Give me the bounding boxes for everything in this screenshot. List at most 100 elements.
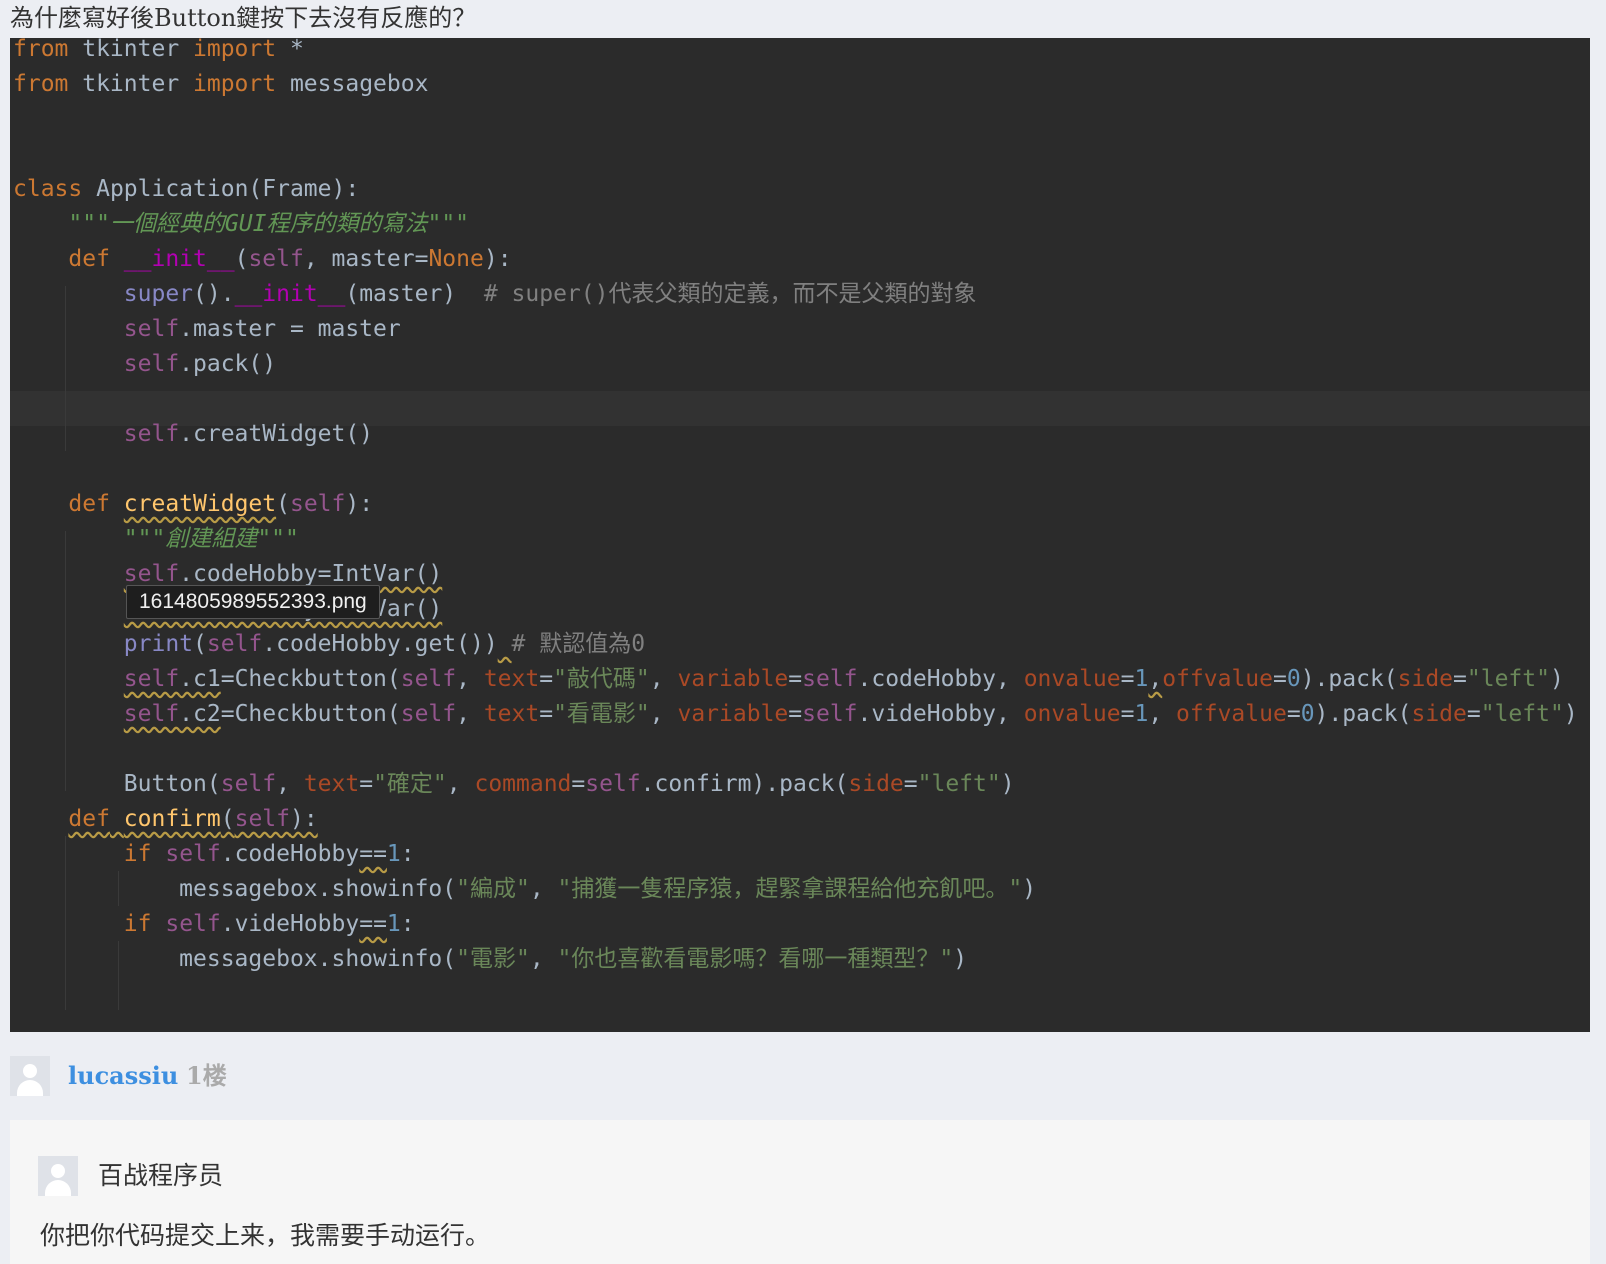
reply-username[interactable]: lucassiu (68, 1056, 178, 1096)
code-line: self.c1=Checkbutton(self, text="敲代碼", va… (13, 662, 1564, 697)
code-token: self (123, 316, 180, 342)
code-token: .codeHobby.get()) (262, 631, 498, 657)
code-line: super().__init__(master) # super()代表父類的定… (13, 277, 977, 312)
code-token: = (903, 771, 918, 797)
code-token: (master) (345, 281, 484, 307)
code-token: =Checkbutton( (220, 701, 401, 727)
code-line: def confirm(self): (13, 802, 318, 837)
code-token: , (529, 876, 558, 902)
code-line: self.creatWidget() (13, 417, 373, 452)
answer-box: 百战程序员 你把你代码提交上来，我需要手动运行。 (10, 1120, 1590, 1264)
code-token: def (68, 246, 110, 272)
code-token: "你也喜歡看電影嗎？看哪一種類型？" (557, 946, 954, 972)
code-token: = (1286, 701, 1301, 727)
code-token: (). (193, 281, 235, 307)
code-token: 0 (1286, 666, 1301, 692)
floor-number: 1楼 (186, 1061, 227, 1090)
code-token: ): (345, 491, 374, 517)
code-line: messagebox.showinfo("編成", "捕獲一隻程序猿，趕緊拿課程… (13, 872, 1036, 907)
code-line: if self.videHobby==1: (13, 907, 415, 942)
code-token: ( (234, 246, 249, 272)
code-token: : (400, 911, 415, 937)
code-token: "left" (1480, 701, 1564, 727)
code-token: self (289, 491, 346, 517)
code-token: def (68, 806, 110, 832)
code-token: , (1148, 701, 1177, 727)
code-token: text (303, 771, 360, 797)
code-token: .videHobby (220, 911, 360, 937)
code-token: messagebox.showinfo( (13, 946, 457, 972)
code-line: from tkinter import * (13, 38, 304, 67)
code-token: , (649, 666, 678, 692)
code-token: 1 (1134, 701, 1149, 727)
code-token: == (359, 911, 387, 937)
code-token: .creatWidget() (179, 421, 374, 447)
code-line: self.pack() (13, 347, 276, 382)
code-token: ) (1022, 876, 1037, 902)
code-token: onvalue (1023, 701, 1121, 727)
code-token: "left" (1466, 666, 1550, 692)
code-token: = (788, 701, 803, 727)
code-token: 1 (386, 841, 401, 867)
avatar-icon[interactable] (10, 1056, 50, 1096)
code-line: class Application(Frame): (13, 172, 359, 207)
code-token: = (571, 771, 586, 797)
question-title: 為什麼寫好後Button鍵按下去沒有反應的？ (10, 4, 477, 32)
code-token: = (1120, 666, 1135, 692)
code-token: self (400, 666, 457, 692)
code-line: print(self.codeHobby.get()) # 默認值為0 (13, 627, 645, 662)
code-token: __init__ (234, 281, 346, 307)
code-token: ): (289, 806, 318, 832)
code-token: , (276, 771, 304, 797)
code-token: from (13, 38, 69, 62)
code-token: ( (193, 631, 207, 657)
code-token: Application(Frame): (82, 176, 360, 202)
code-token: .videHobby, (857, 701, 1024, 727)
code-token: super (123, 281, 194, 307)
avatar-icon[interactable] (38, 1156, 78, 1196)
code-token: command (474, 771, 572, 797)
code-token: self (206, 631, 263, 657)
code-token: print (123, 631, 194, 657)
code-token: "捕獲一隻程序猿，趕緊拿課程給他充飢吧。" (557, 876, 1023, 902)
code-token: = (1272, 666, 1287, 692)
code-token: .master = master (179, 316, 401, 342)
code-token: =Checkbutton( (220, 666, 401, 692)
code-token: .c2 (179, 701, 221, 727)
code-token: self (802, 666, 858, 692)
code-line: from tkinter import messagebox (13, 67, 428, 102)
code-block: from tkinter import * from tkinter import… (10, 38, 1590, 1032)
code-token: import (193, 71, 277, 97)
code-token: side (1397, 666, 1454, 692)
code-token: confirm (123, 806, 221, 832)
code-token: self (234, 806, 290, 832)
code-token: creatWidget (123, 491, 277, 517)
code-line: self.master = master (13, 312, 401, 347)
code-token: * (276, 38, 304, 62)
code-token: self (123, 421, 180, 447)
code-token: .codeHobby=IntVar() (179, 561, 443, 587)
code-token: self (400, 701, 457, 727)
code-token: , (446, 771, 475, 797)
code-token: variable (677, 666, 789, 692)
code-token: self (802, 701, 858, 727)
code-token: = (1466, 701, 1481, 727)
reply-header: lucassiu 1楼 (10, 1056, 610, 1096)
code-token: side (1411, 701, 1467, 727)
answer-text: 你把你代码提交上来，我需要手动运行。 (40, 1221, 491, 1250)
code-token: if (123, 911, 152, 937)
code-token: .pack() (179, 351, 277, 377)
code-line: def __init__(self, master=None): (13, 242, 511, 277)
code-token: .confirm).pack( (640, 771, 849, 797)
code-token: class (13, 176, 83, 202)
